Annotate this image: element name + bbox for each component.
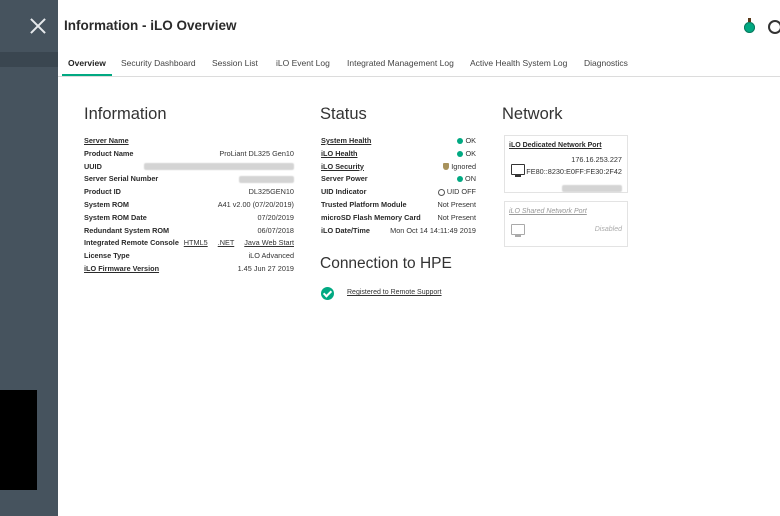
- sidebar: [0, 0, 58, 516]
- tab-ilo-event-log[interactable]: iLO Event Log: [270, 52, 336, 74]
- uid-icon: [437, 188, 445, 196]
- firmware-version-link[interactable]: iLO Firmware Version: [84, 263, 159, 276]
- dedicated-ipv6: FE80::8230:E0FF:FE30:2F42: [526, 167, 622, 176]
- status-title: Status: [320, 105, 367, 123]
- microsd-value: Not Present: [437, 212, 476, 222]
- license-type-value: iLO Advanced: [248, 251, 294, 261]
- ilo-security-value: Ignored: [451, 161, 476, 171]
- connection-title: Connection to HPE: [320, 255, 452, 272]
- system-rom-date-label: System ROM Date: [84, 212, 147, 222]
- firmware-version-value: 1.45 Jun 27 2019: [237, 263, 294, 273]
- license-type-label: License Type: [84, 251, 130, 261]
- dedicated-port-link[interactable]: iLO Dedicated Network Port: [509, 142, 602, 149]
- tab-active-health-system-log[interactable]: Active Health System Log: [464, 52, 573, 74]
- server-power-value: ON: [465, 174, 476, 184]
- network-title: Network: [502, 105, 563, 123]
- close-icon[interactable]: [28, 16, 48, 36]
- uuid-redacted: [144, 161, 294, 174]
- content-area: Information Server Name Product Name ProL…: [58, 77, 780, 516]
- ilo-health-value: OK: [465, 148, 476, 158]
- power-on-icon: [457, 176, 464, 183]
- product-name-value: ProLiant DL325 Gen10: [219, 148, 294, 158]
- dedicated-ipv4: 176.16.253.227: [571, 155, 622, 164]
- ilo-date-label: iLO Date/Time: [321, 225, 370, 235]
- shared-port-status: Disabled: [594, 226, 622, 233]
- serial-redacted: [239, 173, 294, 186]
- microsd-label: microSD Flash Memory Card: [321, 212, 421, 222]
- tab-security-dashboard[interactable]: Security Dashboard: [115, 52, 202, 74]
- uuid-label: UUID: [84, 161, 102, 171]
- tab-overview[interactable]: Overview: [62, 52, 112, 76]
- tpm-value: Not Present: [437, 199, 476, 209]
- system-rom-value: A41 v2.00 (07/20/2019): [217, 199, 294, 209]
- ilo-health-link[interactable]: iLO Health: [321, 148, 358, 161]
- tab-session-list[interactable]: Session List: [206, 52, 264, 74]
- monitor-icon: [511, 164, 525, 177]
- sidebar-black-box: [0, 390, 37, 490]
- shared-port-link[interactable]: iLO Shared Network Port: [509, 208, 587, 215]
- tab-diagnostics[interactable]: Diagnostics: [578, 52, 634, 74]
- tpm-label: Trusted Platform Module: [321, 199, 407, 209]
- ilo-security-link[interactable]: iLO Security: [321, 161, 364, 174]
- serial-label: Server Serial Number: [84, 174, 159, 184]
- redundant-rom-label: Redundant System ROM: [84, 225, 170, 235]
- information-title: Information: [84, 105, 167, 123]
- redundant-rom-value: 06/07/2018: [257, 225, 294, 235]
- system-rom-date-value: 07/20/2019: [257, 212, 294, 222]
- header: Information - iLO Overview: [58, 0, 780, 52]
- settings-icon[interactable]: [768, 20, 780, 34]
- product-id-label: Product ID: [84, 187, 121, 197]
- shared-port-card: iLO Shared Network Port Disabled: [504, 201, 628, 247]
- uid-indicator-value: UID OFF: [446, 187, 476, 197]
- ilo-date-value: Mon Oct 14 14:11:49 2019: [390, 225, 476, 235]
- console-html5-link[interactable]: HTML5: [184, 238, 208, 247]
- remote-console-label: Integrated Remote Console: [84, 238, 179, 248]
- server-power-label: Server Power: [321, 174, 368, 184]
- shield-icon: [443, 163, 450, 171]
- sidebar-band: [0, 52, 58, 67]
- status-table: System Health OK iLO Health OK iLO Securit…: [321, 135, 476, 237]
- server-name-link[interactable]: Server Name: [84, 135, 129, 148]
- ok-icon: [457, 138, 464, 145]
- dedicated-redacted: [562, 180, 622, 198]
- system-health-link[interactable]: System Health: [321, 135, 371, 148]
- remote-support-link[interactable]: Registered to Remote Support: [347, 289, 442, 296]
- page-title: Information - iLO Overview: [64, 18, 237, 33]
- tab-integrated-management-log[interactable]: Integrated Management Log: [341, 52, 460, 74]
- product-id-value: DL325GEN10: [248, 187, 294, 197]
- console-java-link[interactable]: Java Web Start: [244, 238, 294, 247]
- information-table: Server Name Product Name ProLiant DL325 G…: [84, 135, 294, 276]
- remote-console-links: HTML5 .NET Java Web Start: [176, 237, 294, 250]
- system-health-value: OK: [465, 136, 476, 145]
- dedicated-port-card: iLO Dedicated Network Port 176.16.253.22…: [504, 135, 628, 193]
- system-rom-label: System ROM: [84, 199, 130, 209]
- product-name-label: Product Name: [84, 148, 134, 158]
- ok-icon: [457, 150, 464, 157]
- tab-bar: Overview Security Dashboard Session List…: [58, 52, 780, 77]
- console-dotnet-link[interactable]: .NET: [218, 238, 235, 247]
- check-circle-icon: [321, 287, 334, 300]
- health-status-icon[interactable]: [744, 18, 755, 33]
- monitor-disabled-icon: [511, 224, 525, 237]
- uid-indicator-label: UID Indicator: [321, 187, 367, 197]
